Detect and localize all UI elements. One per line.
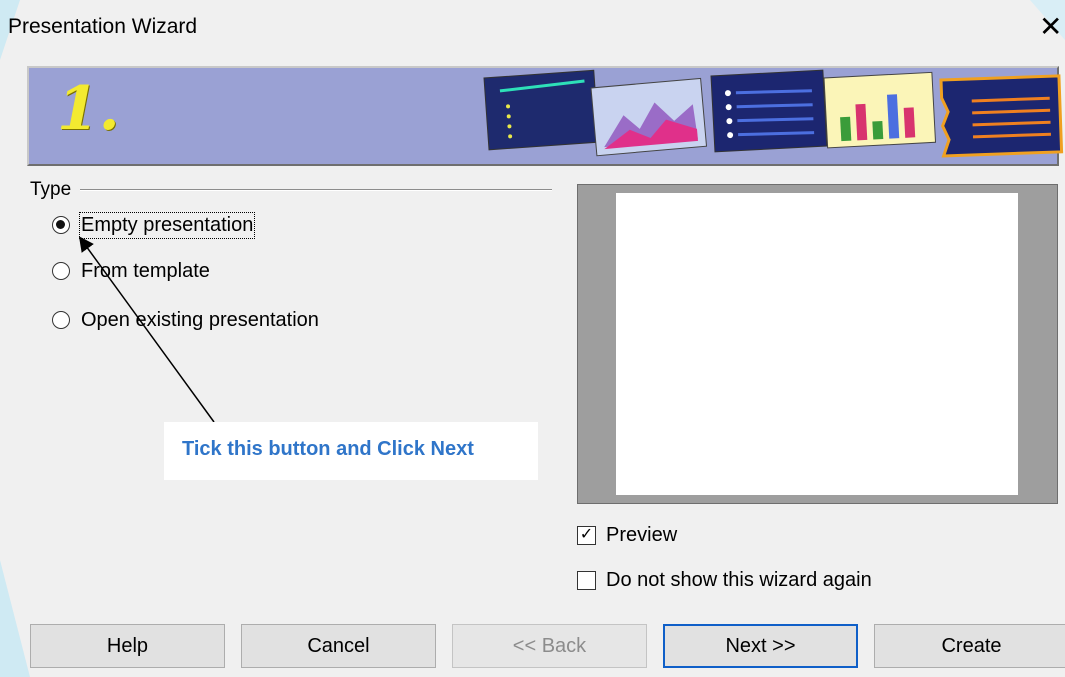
back-button[interactable]: << Back xyxy=(452,624,647,668)
preview-checkbox-label[interactable]: Preview xyxy=(606,524,677,547)
cancel-button[interactable]: Cancel xyxy=(241,624,436,668)
preview-checkbox-row[interactable]: ✓ Preview xyxy=(577,522,677,548)
preview-checkbox[interactable]: ✓ xyxy=(577,525,596,545)
next-button[interactable]: Next >> xyxy=(663,624,858,668)
dont-show-checkbox[interactable] xyxy=(577,570,596,590)
help-button[interactable]: Help xyxy=(30,624,225,668)
preview-page xyxy=(616,193,1018,495)
create-button[interactable]: Create xyxy=(874,624,1065,668)
preview-area xyxy=(577,184,1058,504)
callout-text: Tick this button and Click Next xyxy=(182,438,474,460)
instruction-callout: Tick this button and Click Next xyxy=(164,422,538,480)
dont-show-checkbox-label[interactable]: Do not show this wizard again xyxy=(606,569,872,592)
dont-show-checkbox-row[interactable]: Do not show this wizard again xyxy=(577,567,872,593)
